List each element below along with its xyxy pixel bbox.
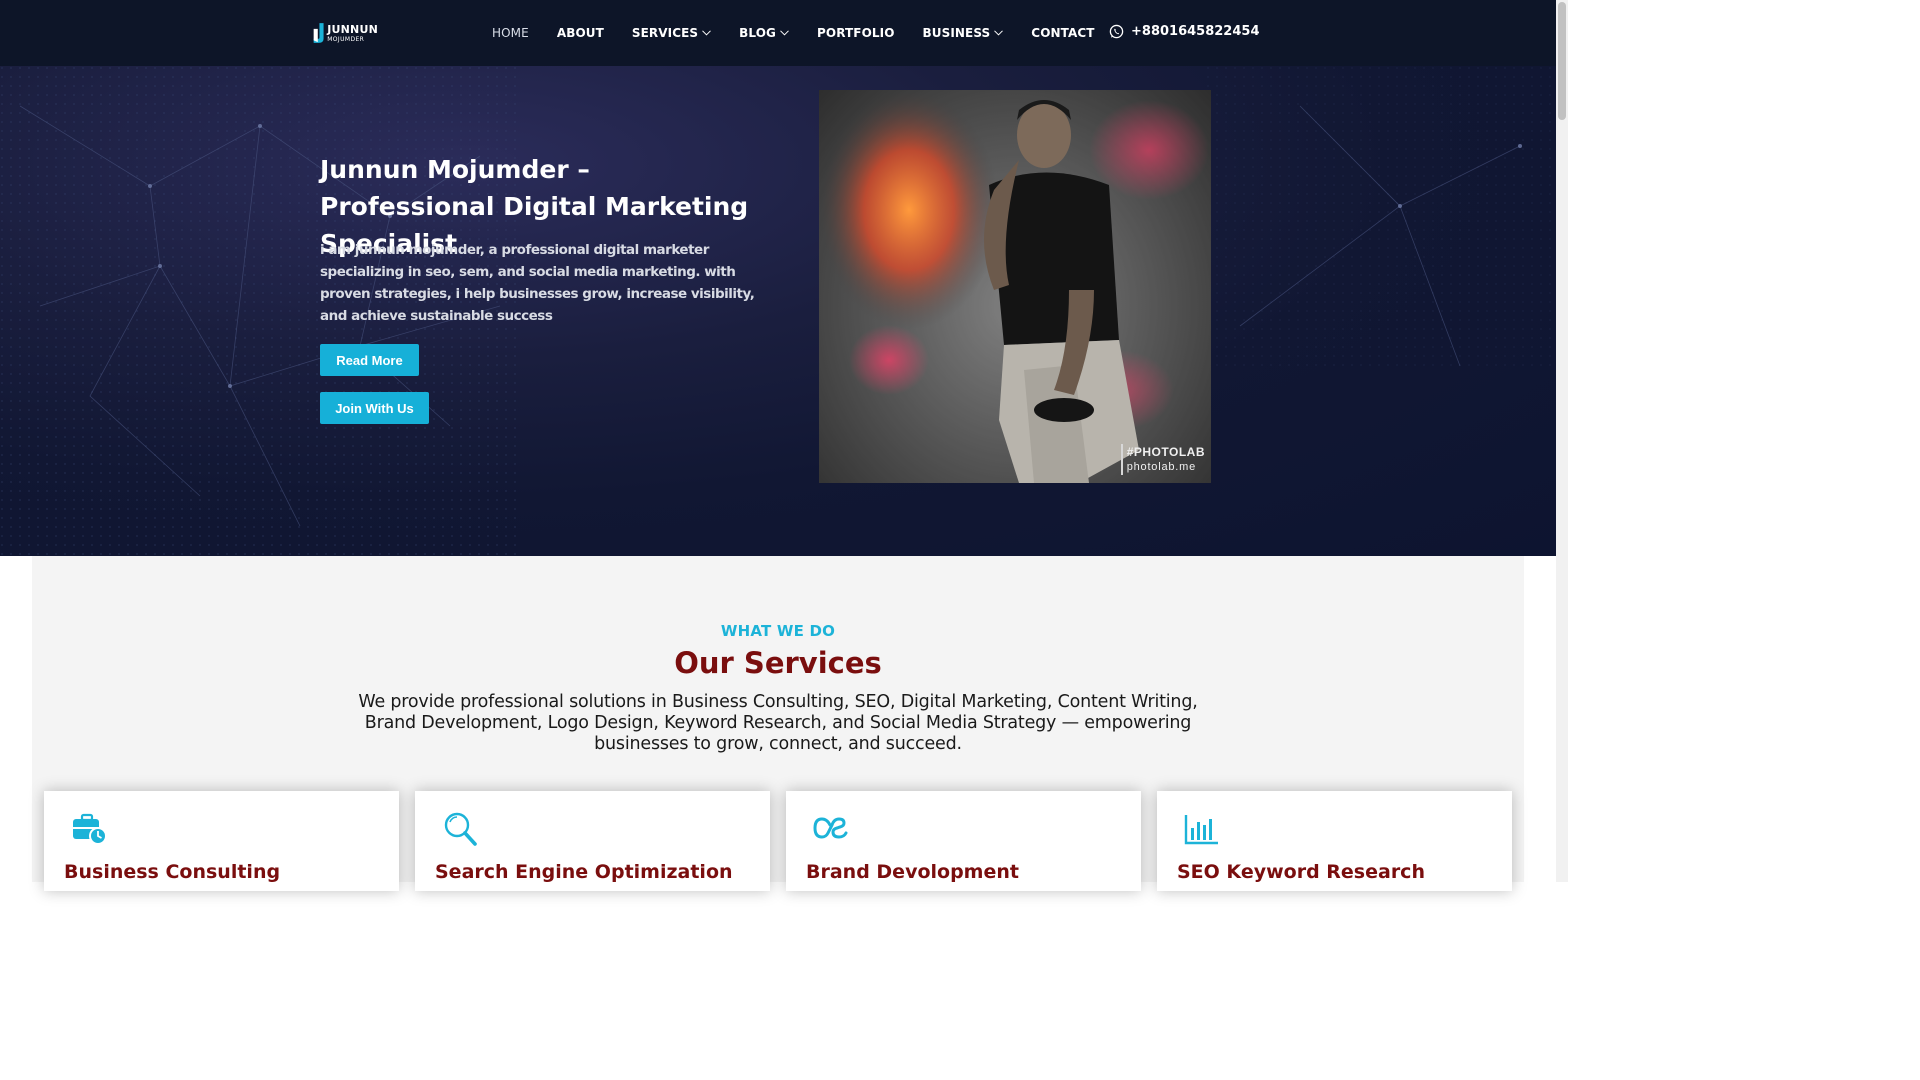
nav-blog[interactable]: BLOG — [739, 26, 789, 40]
main-nav: HOME ABOUT SERVICES BLOG PORTFOLIO BUSIN… — [492, 0, 1123, 66]
nav-contact-label: CONTACT — [1031, 26, 1095, 40]
nav-services-label: SERVICES — [631, 26, 699, 40]
nav-portfolio[interactable]: PORTFOLIO — [817, 26, 895, 40]
watermark-line1: #PHOTOLAB — [1126, 444, 1205, 459]
nav-business[interactable]: BUSINESS — [923, 26, 1004, 40]
read-more-button[interactable]: Read More — [320, 344, 419, 376]
hero-network-background — [0, 66, 1556, 556]
nav-about-label: ABOUT — [556, 26, 604, 40]
phone-number: +8801645822454 — [1131, 24, 1260, 39]
nav-business-label: BUSINESS — [922, 26, 991, 40]
chevron-down-icon — [994, 30, 1004, 36]
chevron-down-icon — [702, 30, 712, 36]
nav-portfolio-label: PORTFOLIO — [817, 26, 895, 40]
site-header: JUNNUN MOJUMDER HOME ABOUT SERVICES BLOG… — [0, 0, 1556, 66]
services-eyebrow: WHAT WE DO — [720, 622, 836, 640]
nav-about[interactable]: ABOUT — [557, 26, 604, 40]
briefcase-clock-icon — [73, 813, 107, 845]
photolab-watermark: #PHOTOLAB photolab.me — [1120, 443, 1205, 475]
logo-line2: MOJUMDER — [327, 35, 365, 43]
service-card-title: Search Engine Optimization — [435, 861, 733, 883]
service-card-brand-development[interactable]: Brand Devolopment — [786, 791, 1141, 891]
watermark-line2: photolab.me — [1126, 461, 1197, 474]
service-card-business-consulting[interactable]: Business Consulting — [44, 791, 399, 891]
service-card-title: Business Consulting — [64, 861, 281, 883]
site-logo[interactable]: JUNNUN MOJUMDER — [312, 19, 378, 47]
portrait-illustration — [819, 90, 1211, 483]
services-title: Our Services — [674, 646, 882, 680]
chevron-down-icon — [780, 30, 789, 36]
scrollbar-thumb[interactable] — [1558, 2, 1566, 120]
hero-section: Junnun Mojumder – Professional Digital M… — [0, 66, 1556, 556]
service-card-title: Brand Devolopment — [806, 861, 1019, 883]
hero-description: i am junnun mojumder, a professional dig… — [320, 242, 755, 324]
service-card-seo[interactable]: Search Engine Optimization — [415, 791, 770, 891]
service-card-keyword-research[interactable]: SEO Keyword Research — [1157, 791, 1512, 891]
logo-line1: JUNNUN — [327, 22, 378, 36]
hero-portrait-image: #PHOTOLAB photolab.me — [819, 90, 1211, 483]
page-scrollbar[interactable] — [1556, 0, 1568, 882]
logo-mark-icon — [313, 23, 324, 43]
bar-chart-icon — [1184, 815, 1218, 845]
phone-link[interactable]: +8801645822454 — [1109, 24, 1259, 39]
nav-services[interactable]: SERVICES — [631, 26, 712, 40]
lastfm-icon — [813, 817, 848, 839]
nav-contact[interactable]: CONTACT — [1031, 26, 1094, 40]
join-with-us-button[interactable]: Join With Us — [320, 392, 429, 424]
service-card-title: SEO Keyword Research — [1177, 861, 1425, 883]
magnifier-icon — [444, 812, 477, 846]
nav-blog-label: BLOG — [739, 26, 776, 40]
services-description: We provide professional solutions in Bus… — [358, 692, 1198, 754]
nav-home[interactable]: HOME — [492, 26, 529, 40]
nav-home-label: HOME — [492, 26, 529, 40]
whatsapp-icon — [1109, 24, 1124, 39]
